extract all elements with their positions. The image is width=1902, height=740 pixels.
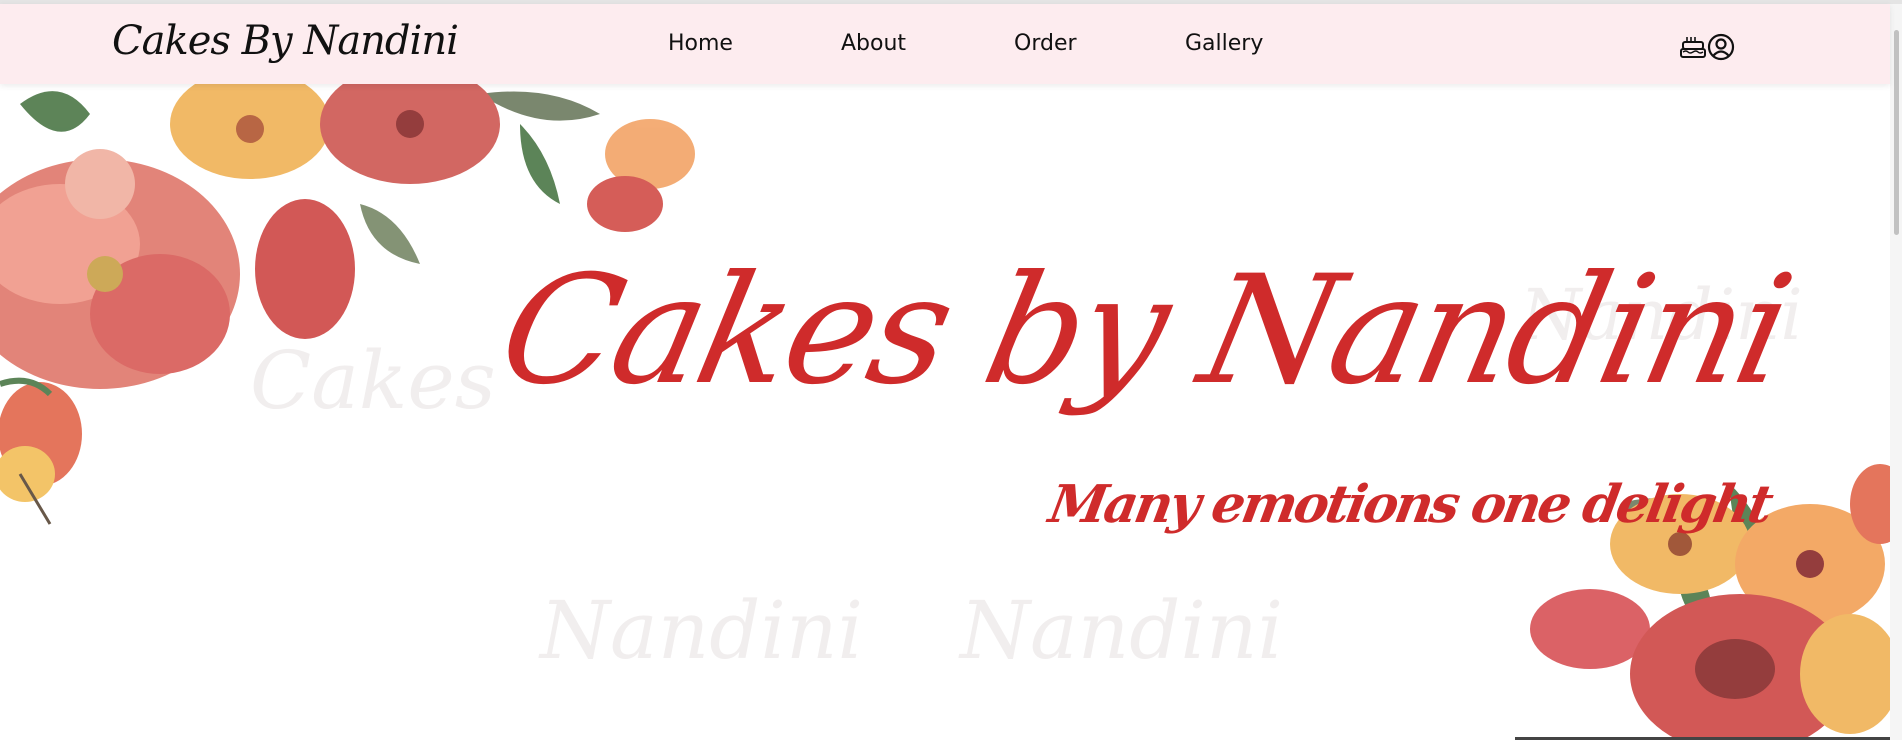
nav-link-order[interactable]: Order	[1014, 31, 1077, 56]
nav-link-gallery[interactable]: Gallery	[1185, 31, 1263, 56]
nav-link-about[interactable]: About	[841, 31, 906, 56]
scrollbar-thumb[interactable]	[1894, 30, 1899, 235]
navbar: Cakes By Nandini Home About Order Galler…	[0, 4, 1890, 84]
brand-logo-link[interactable]: Cakes By Nandini	[112, 18, 459, 64]
nav-link-home[interactable]: Home	[668, 31, 733, 56]
cake-icon[interactable]	[1678, 32, 1708, 62]
hero-title: Cakes by Nandini	[486, 244, 1803, 418]
hero-tagline: Many emotions one delight	[1044, 474, 1776, 535]
user-circle-icon[interactable]	[1706, 32, 1736, 62]
hero-banner: Cakes Nandini Nandini Nandini Cakes by N…	[0, 84, 1890, 740]
